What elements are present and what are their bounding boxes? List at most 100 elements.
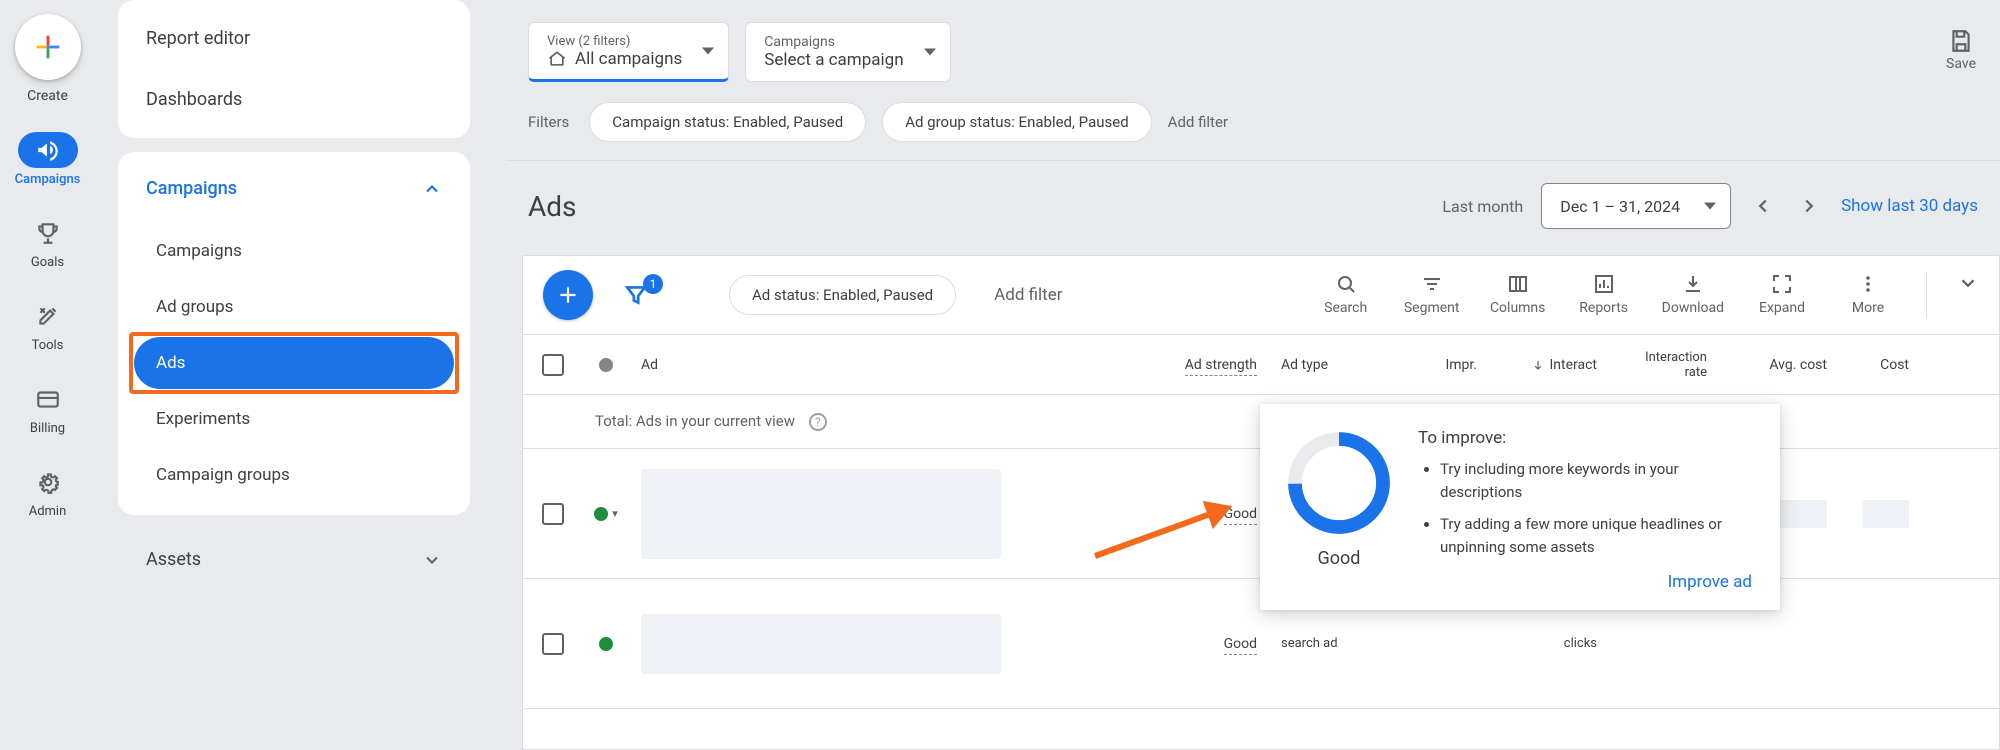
status-enabled-icon: [594, 507, 608, 521]
col-interaction-rate[interactable]: Interaction rate: [1609, 350, 1719, 380]
ad-preview-redacted[interactable]: [641, 469, 1001, 559]
view-selector[interactable]: View (2 filters) All campaigns: [528, 22, 729, 82]
col-ad-strength[interactable]: Ad strength: [1149, 357, 1269, 373]
save-button[interactable]: Save: [1946, 28, 1976, 72]
toolbar-expand[interactable]: Expand: [1754, 272, 1810, 316]
redacted-cell: [1863, 500, 1909, 528]
rail-billing-label: Billing: [30, 421, 65, 436]
columns-icon: [1506, 272, 1530, 296]
side-campaigns-toggle[interactable]: Campaigns: [118, 160, 470, 217]
side-report-editor[interactable]: Report editor: [118, 8, 470, 69]
sub-campaign-groups[interactable]: Campaign groups: [134, 449, 454, 501]
col-cost[interactable]: Cost: [1839, 357, 1929, 373]
date-range-value: Dec 1 – 31, 2024: [1560, 197, 1680, 216]
rail-tools[interactable]: Tools: [0, 298, 95, 353]
card-icon: [35, 386, 61, 412]
popover-rating: Good: [1318, 548, 1361, 569]
col-impr[interactable]: Impr.: [1389, 357, 1489, 373]
col-avg-cost[interactable]: Avg. cost: [1719, 357, 1839, 373]
filters-row: Filters Campaign status: Enabled, Paused…: [506, 82, 2000, 161]
left-rail: Create Campaigns Goals Tools Billing Adm…: [0, 0, 95, 750]
rail-admin[interactable]: Admin: [0, 464, 95, 519]
campaign-selector-subtitle: Campaigns: [764, 34, 903, 50]
side-card-campaigns: Campaigns Campaigns Ad groups Ads Experi…: [118, 152, 470, 515]
toolbar-columns[interactable]: Columns: [1490, 272, 1546, 316]
campaign-selector-title: Select a campaign: [764, 50, 903, 70]
add-filter-table[interactable]: Add filter: [994, 285, 1062, 305]
new-ad-button[interactable]: [543, 270, 593, 320]
segment-icon: [1420, 272, 1444, 296]
side-dashboards[interactable]: Dashboards: [118, 69, 470, 130]
sub-ad-groups[interactable]: Ad groups: [134, 281, 454, 333]
chevron-right-icon: [1798, 195, 1820, 217]
show-last-30-link[interactable]: Show last 30 days: [1841, 196, 1978, 216]
plus-multicolor-icon: [31, 30, 65, 64]
popover-title: To improve:: [1418, 428, 1752, 448]
chevron-up-icon: [422, 179, 442, 199]
house-icon: [547, 49, 567, 69]
expand-icon: [1770, 272, 1794, 296]
sub-campaigns[interactable]: Campaigns: [134, 225, 454, 277]
popover-suggestions: Try including more keywords in your desc…: [1418, 458, 1752, 558]
save-icon: [1948, 28, 1974, 54]
col-ad[interactable]: Ad: [629, 357, 1029, 373]
view-selector-title: All campaigns: [575, 49, 682, 69]
ad-strength-value[interactable]: Good: [1149, 636, 1269, 652]
chevron-left-icon: [1752, 195, 1774, 217]
page-title: Ads: [528, 190, 577, 223]
toolbar-search[interactable]: Search: [1318, 272, 1374, 316]
date-range-selector[interactable]: Dec 1 – 31, 2024: [1541, 183, 1731, 229]
table-filter-button[interactable]: 1: [619, 282, 653, 308]
add-filter-top[interactable]: Add filter: [1168, 113, 1228, 131]
filter-badge: 1: [643, 274, 663, 294]
toolbar-more[interactable]: More: [1840, 272, 1896, 316]
chevron-down-icon: [422, 550, 442, 570]
rail-billing[interactable]: Billing: [0, 381, 95, 436]
toolbar-segment[interactable]: Segment: [1404, 272, 1460, 316]
toolbar-divider: [1926, 272, 1927, 318]
side-assets-label: Assets: [146, 549, 201, 570]
row-checkbox[interactable]: [542, 633, 564, 655]
improve-ad-link[interactable]: Improve ad: [1668, 572, 1752, 592]
campaign-selector[interactable]: Campaigns Select a campaign: [745, 22, 950, 82]
gear-icon: [35, 469, 61, 495]
help-icon[interactable]: ?: [809, 413, 827, 431]
main-area: View (2 filters) All campaigns Campaigns…: [506, 0, 2000, 750]
save-label: Save: [1946, 56, 1976, 72]
row-status-menu[interactable]: ▾: [594, 507, 618, 521]
col-ad-type[interactable]: Ad type: [1269, 357, 1389, 373]
popover-suggestion: Try adding a few more unique headlines o…: [1440, 513, 1752, 558]
rail-campaigns-label: Campaigns: [15, 172, 81, 187]
table-header: Ad Ad strength Ad type Impr. Interact In…: [523, 335, 1999, 395]
side-campaigns-label: Campaigns: [146, 178, 237, 199]
ad-preview-redacted[interactable]: [641, 614, 1001, 674]
sub-experiments[interactable]: Experiments: [134, 393, 454, 445]
create-button[interactable]: [15, 14, 81, 80]
tools-icon: [35, 303, 61, 329]
toolbar-collapse-panel[interactable]: [1957, 272, 1979, 294]
filter-chip-campaign-status[interactable]: Campaign status: Enabled, Paused: [589, 102, 866, 142]
col-interactions[interactable]: Interact: [1489, 357, 1609, 373]
toolbar-download[interactable]: Download: [1662, 272, 1724, 316]
date-prev-button[interactable]: [1749, 192, 1777, 220]
sub-ads[interactable]: Ads: [134, 337, 454, 389]
download-icon: [1681, 272, 1705, 296]
toolbar-reports[interactable]: Reports: [1576, 272, 1632, 316]
rail-campaigns[interactable]: Campaigns: [0, 132, 95, 187]
ad-strength-popover: Good To improve: Try including more keyw…: [1260, 404, 1780, 610]
filter-chip-adgroup-status[interactable]: Ad group status: Enabled, Paused: [882, 102, 1151, 142]
date-preset-label: Last month: [1442, 197, 1523, 216]
interactions-value: clicks: [1489, 636, 1609, 651]
select-all-checkbox[interactable]: [542, 354, 564, 376]
row-checkbox[interactable]: [542, 503, 564, 525]
date-next-button[interactable]: [1795, 192, 1823, 220]
rail-goals-label: Goals: [31, 255, 64, 270]
search-icon: [1334, 272, 1358, 296]
rail-goals[interactable]: Goals: [0, 215, 95, 270]
page-header: Ads Last month Dec 1 – 31, 2024 Show las…: [506, 161, 2000, 251]
strength-donut-icon: [1284, 428, 1394, 538]
filter-chip-ad-status[interactable]: Ad status: Enabled, Paused: [729, 275, 956, 315]
side-assets-toggle[interactable]: Assets: [118, 529, 470, 590]
view-selector-subtitle: View (2 filters): [547, 34, 682, 49]
chart-icon: [1592, 272, 1616, 296]
